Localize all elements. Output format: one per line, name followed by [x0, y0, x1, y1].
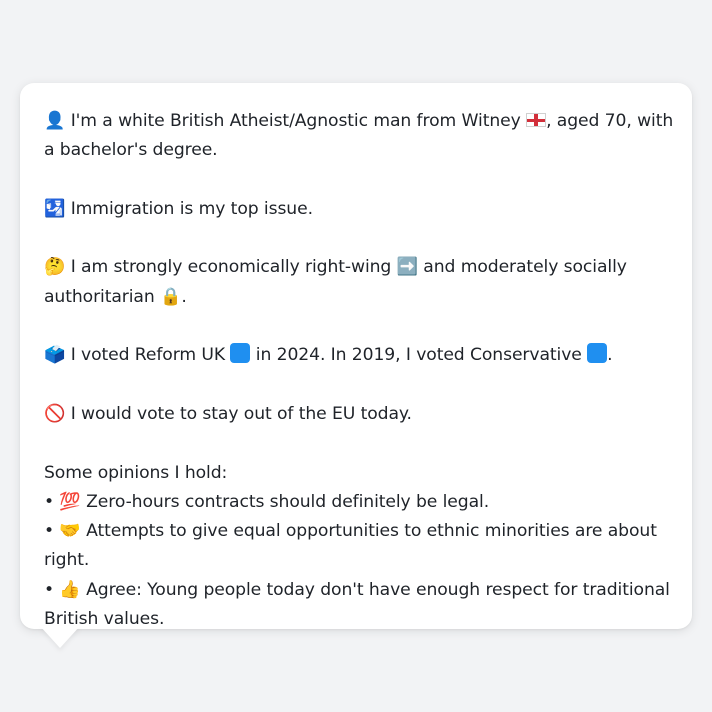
opinion-text: Agree: Young people today don't have eno…: [44, 579, 670, 630]
intro-text: I'm a white British Atheist/Agnostic man…: [70, 111, 521, 131]
intro-line: 👤 I'm a white British Atheist/Agnostic m…: [44, 107, 674, 166]
top-issue-text: Immigration is my top issue.: [70, 198, 313, 219]
passport-control-icon: 🛂: [44, 198, 66, 219]
right-arrow-icon: ➡️: [396, 257, 418, 278]
eu-stance-line: 🚫 I would vote to stay out of the EU tod…: [44, 400, 674, 429]
bullet: •: [44, 579, 55, 600]
top-issue-line: 🛂 Immigration is my top issue.: [44, 195, 674, 224]
list-item: • 👍 Agree: Young people today don't have…: [44, 576, 674, 635]
england-flag-icon: [526, 113, 547, 127]
economic-stance-text: I am strongly economically right-wing: [70, 257, 392, 278]
eu-stance-text: I would vote to stay out of the EU today…: [70, 403, 412, 424]
handshake-icon: 🤝: [59, 521, 81, 542]
ballot-box-icon: 🗳️: [44, 345, 66, 366]
opinion-text: Attempts to give equal opportunities to …: [44, 521, 657, 571]
bullet: •: [44, 491, 55, 512]
person-icon: 👤: [44, 111, 66, 131]
blue-square-icon: [230, 343, 251, 364]
bullet: •: [44, 521, 55, 542]
list-item: • 🤝 Attempts to give equal opportunities…: [44, 517, 674, 576]
speech-bubble-tail: [40, 626, 80, 648]
opinions-heading: Some opinions I hold:: [44, 462, 228, 483]
voting-history-line: 🗳️ I voted Reform UK in 2024. In 2019, I…: [44, 341, 674, 370]
thinking-face-icon: 🤔: [44, 257, 66, 278]
opinions-list: • 💯 Zero-hours contracts should definite…: [44, 488, 674, 634]
no-entry-icon: 🚫: [44, 403, 66, 424]
list-item: • 💯 Zero-hours contracts should definite…: [44, 488, 674, 517]
lock-icon: 🔒: [160, 286, 182, 307]
thumbs-up-icon: 👍: [59, 579, 81, 600]
vote-2024-text: I voted Reform UK: [70, 345, 226, 366]
opinion-text: Zero-hours contracts should definitely b…: [86, 491, 490, 512]
profile-card: 👤 I'm a white British Atheist/Agnostic m…: [20, 83, 692, 629]
vote-period: .: [607, 345, 613, 366]
political-stance-line: 🤔 I am strongly economically right-wing …: [44, 253, 674, 312]
vote-2019-text: in 2024. In 2019, I voted Conservative: [255, 345, 582, 366]
blue-square-icon: [587, 343, 608, 364]
stance-period: .: [181, 286, 187, 307]
hundred-points-icon: 💯: [59, 491, 81, 512]
